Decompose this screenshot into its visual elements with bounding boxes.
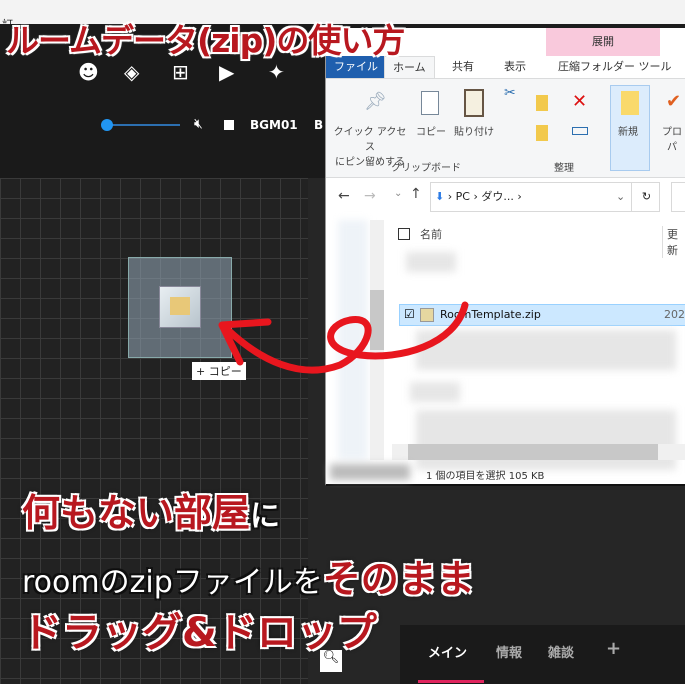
tab-info[interactable]: 情報	[496, 642, 522, 661]
tab-chat[interactable]: 雑談	[548, 642, 574, 661]
caption-red: 何もない部屋	[22, 491, 251, 535]
tab-main[interactable]: メイン	[428, 642, 467, 661]
caption-line-2: roomのzipファイルをそのまま	[22, 548, 475, 603]
caption-white: roomのzipファイルを	[22, 565, 323, 600]
caption-white: に	[250, 499, 281, 534]
page-title: ルームデータ(zip)の使い方	[6, 21, 405, 60]
add-tab-button[interactable]: +	[606, 638, 621, 659]
active-tab-underline	[418, 680, 484, 683]
caption-red: ドラッグ&ドロップ	[22, 610, 377, 656]
caption-line-1: 何もない部屋に	[22, 482, 280, 537]
caption-line-3: ドラッグ&ドロップ	[22, 600, 377, 658]
chat-tabs: メイン 情報 雑談 +	[400, 625, 685, 684]
arrow-path	[224, 301, 469, 374]
caption-red: そのまま	[322, 557, 475, 601]
